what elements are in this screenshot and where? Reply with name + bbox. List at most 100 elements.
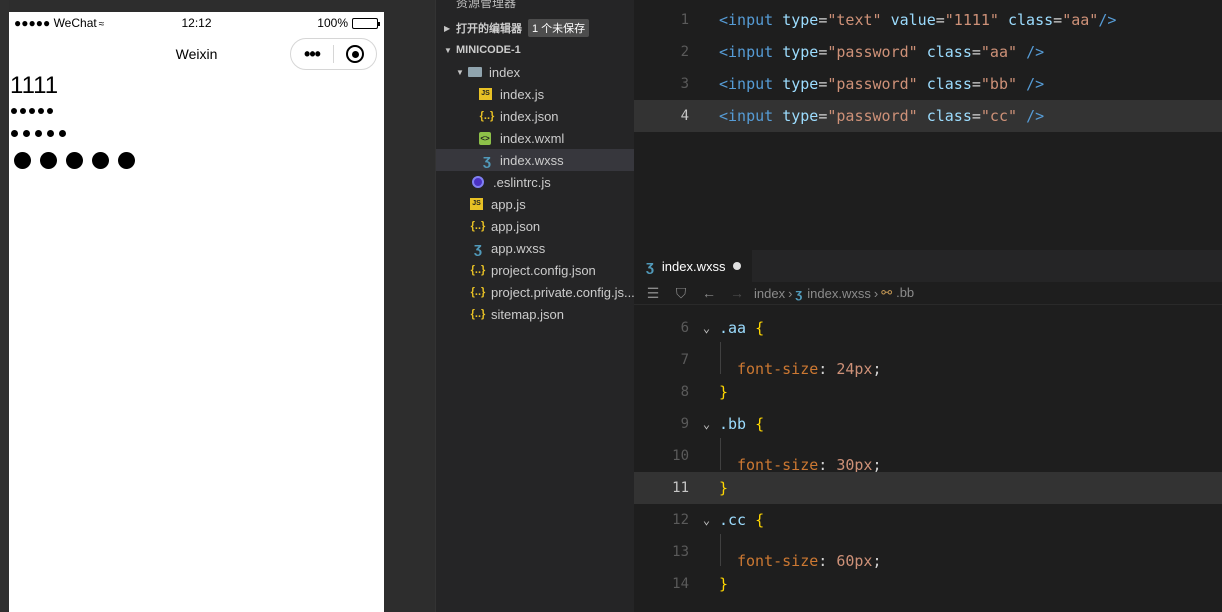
wxss-file-icon: ʒ [795,285,803,301]
password-dot [29,108,35,114]
folder-index[interactable]: ▼ index [436,61,635,83]
code-line[interactable]: 10 font-size: 30px; [634,438,1222,474]
target-icon [346,45,364,63]
file-item[interactable]: ʒ index.wxss [436,149,635,171]
code-token: = [1053,11,1063,29]
list-icon[interactable]: ☰ [644,285,662,302]
battery-indicator: 100% [317,16,380,30]
password-input-aa[interactable] [9,102,384,120]
file-item[interactable]: {..} app.json [436,215,635,237]
file-item[interactable]: ʒ app.wxss [436,237,635,259]
code-line[interactable]: 8} [634,376,1222,408]
fold-chevron-icon[interactable]: ⌄ [694,417,719,431]
code-token: /> [1098,11,1117,29]
code-token: type [782,107,819,125]
file-item[interactable]: {..} sitemap.json [436,303,635,325]
status-bar: ●●●●● WeChat ≈ 12:12 100% [9,12,384,34]
file-item[interactable]: JS app.js [436,193,635,215]
code-token: "password" [827,75,918,93]
password-dot [14,151,31,169]
chevron-right-icon: › [873,285,879,301]
text-input-aa[interactable]: 1111 [10,74,384,102]
file-item[interactable]: {..} project.private.config.js... [436,281,635,303]
file-item[interactable]: <> index.wxml [436,127,635,149]
explorer-title: 资源管理器 [456,0,517,10]
fold-chevron-icon[interactable]: ⌄ [694,513,719,527]
folder-label: index [489,64,521,80]
code-line[interactable]: 13 font-size: 60px; [634,534,1222,570]
breadcrumb-file[interactable]: ʒ index.wxss [795,286,870,301]
page-content: 1111 [9,74,384,174]
code-text: <input type="password" class="cc" /> [719,107,1044,125]
code-text: <input type="text" value="1111" class="a… [719,11,1116,29]
json-file-icon: {..} [470,220,486,232]
code-line[interactable]: 12 ⌄ .cc { [634,504,1222,536]
code-token: { [755,415,765,433]
file-label: index.js [500,86,545,102]
file-explorer: 资源管理器 ▶ 打开的编辑器 1 个未保存 ▼ MINICODE-1 ▼ ind… [435,0,635,612]
line-number: 2 [680,44,689,60]
selector-icon: ⚯ [881,285,893,300]
file-item[interactable]: .eslintrc.js [436,171,635,193]
code-line[interactable]: 2 <input type="password" class="aa" /> [634,36,1222,68]
chevron-down-icon: ▼ [444,45,452,55]
editor-tab-bar: ʒ index.wxss [634,250,1222,282]
folder-icon [468,67,482,77]
code-line[interactable]: 14} [634,568,1222,600]
wxss-editor[interactable]: ʒ index.wxss ☰ ⛉ ← → index › ʒ index.wxss… [634,250,1222,612]
breadcrumb-folder[interactable]: index [754,286,785,301]
code-token: } [719,479,729,497]
line-number: 6 [680,320,689,336]
code-line[interactable]: 9 ⌄ .bb { [634,408,1222,440]
password-input-cc[interactable] [9,146,384,174]
battery-percent: 100% [317,16,348,30]
code-text: } [719,383,728,401]
line-number: 7 [680,352,689,368]
code-line[interactable]: 7 font-size: 24px; [634,342,1222,378]
breadcrumb-symbol[interactable]: ⚯ .bb [881,285,914,301]
forward-arrow-icon[interactable]: → [728,285,746,301]
line-number: 1 [680,12,689,28]
close-miniprogram-button[interactable] [334,45,376,63]
unsaved-dot-icon[interactable] [733,262,742,270]
code-text: .cc { [719,511,764,529]
wxss-file-icon: ʒ [646,257,654,275]
line-number: 4 [680,108,689,124]
file-label: app.json [491,218,541,234]
code-line[interactable]: 3 <input type="password" class="bb" /> [634,68,1222,100]
code-token: = [971,43,981,61]
tab-index-wxss[interactable]: ʒ index.wxss [634,250,752,282]
file-label: index.wxss [500,152,564,168]
password-dot [66,151,83,169]
code-line[interactable]: 11} [634,472,1222,504]
fold-chevron-icon[interactable]: ⌄ [694,321,719,335]
code-line[interactable]: 6 ⌄ .aa { [634,312,1222,344]
file-item[interactable]: {..} index.json [436,105,635,127]
back-arrow-icon[interactable]: ← [700,285,718,301]
code-token: class [1008,11,1054,29]
file-item[interactable]: {..} project.config.json [436,259,635,281]
file-item[interactable]: JS index.js [436,83,635,105]
wxml-file-icon: <> [479,131,491,145]
code-line[interactable]: 1 <input type="text" value="1111" class="… [634,4,1222,36]
wxss-file-icon: ʒ [483,151,491,169]
more-icon[interactable]: ••• [291,39,333,69]
wxml-editor[interactable]: 1 <input type="text" value="1111" class="… [634,0,1222,250]
code-line[interactable]: 4 <input type="password" class="cc" /> [634,100,1222,132]
code-token: class [926,107,972,125]
indent-guide [720,342,721,374]
project-section[interactable]: ▼ MINICODE-1 [436,39,635,61]
code-token: type [782,43,819,61]
code-token: } [719,383,729,401]
password-input-bb[interactable] [9,120,384,146]
bookmark-icon[interactable]: ⛉ [672,285,690,302]
password-dot [47,108,53,114]
line-number: 12 [672,512,689,528]
open-editors-section[interactable]: ▶ 打开的编辑器 1 个未保存 [436,17,635,39]
